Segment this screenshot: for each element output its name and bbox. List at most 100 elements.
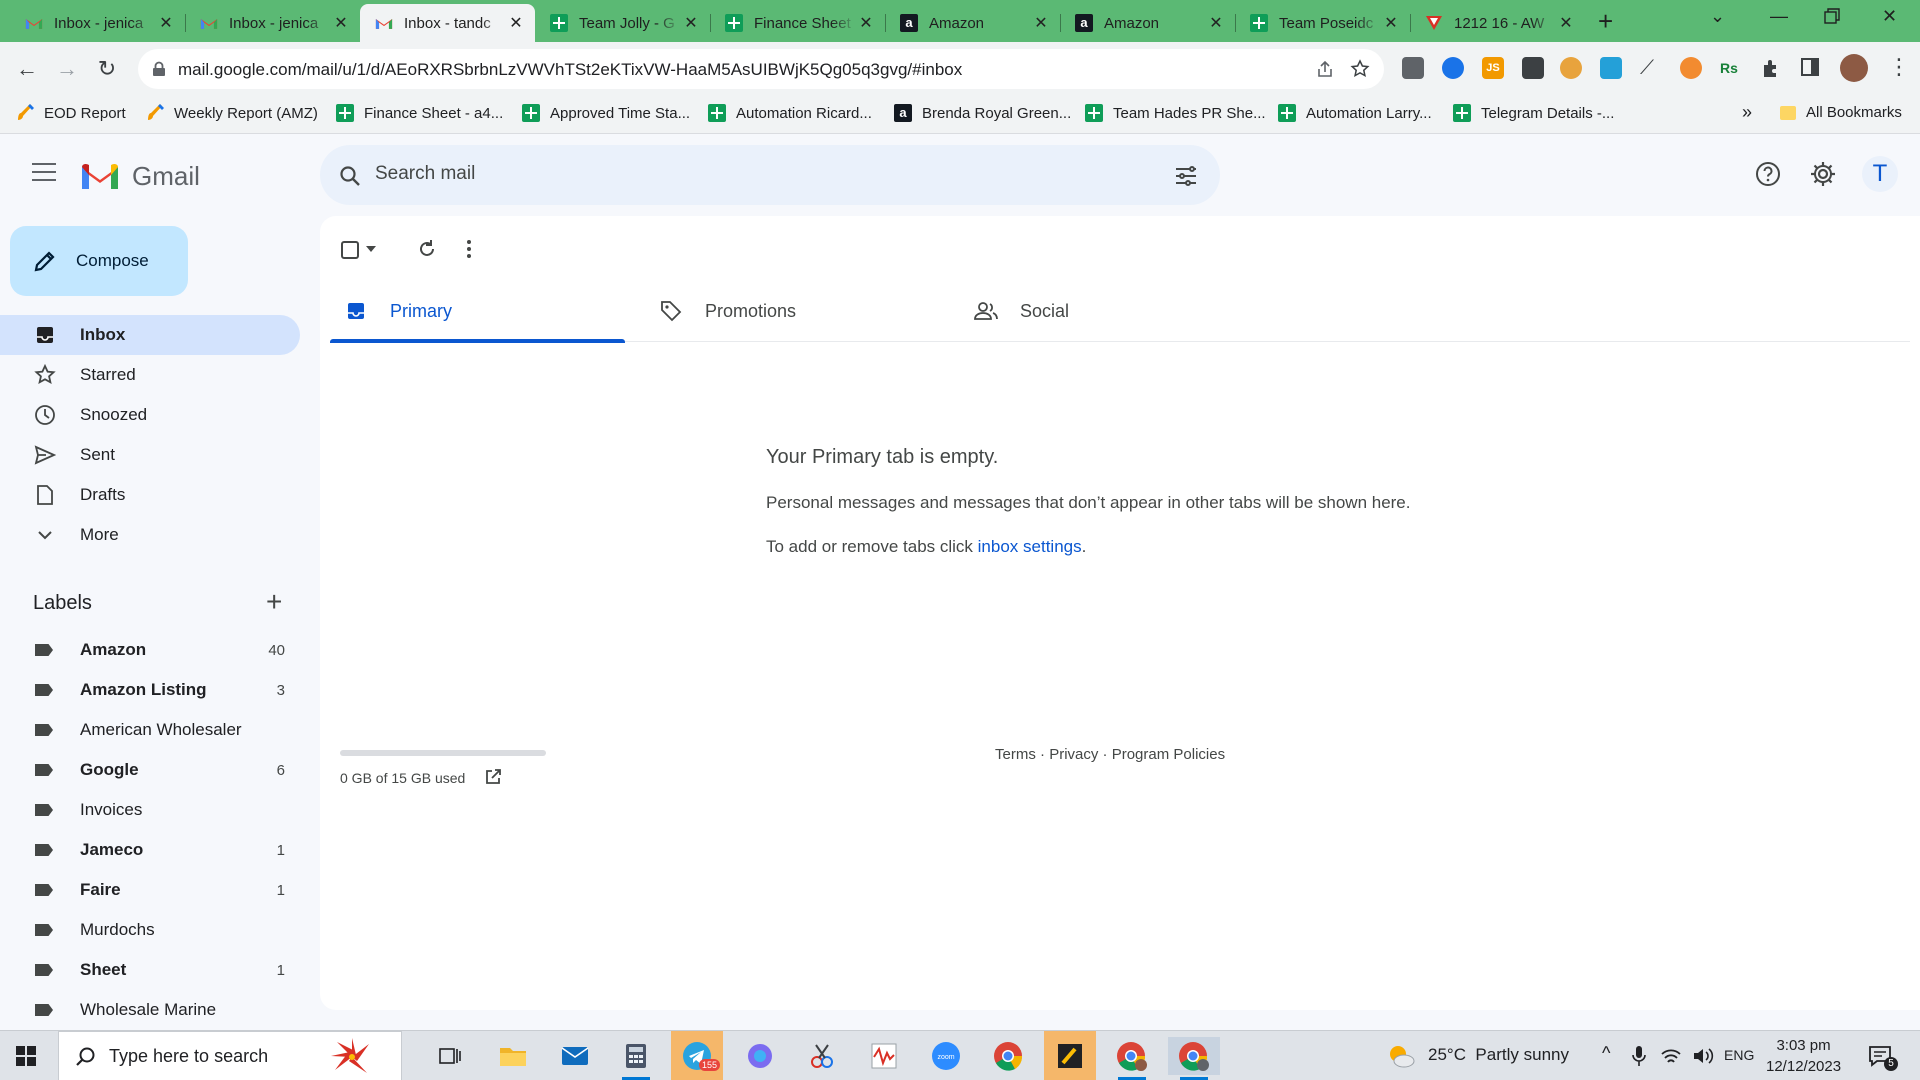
close-tab-icon[interactable]: ✕ <box>1557 13 1575 33</box>
browser-tab[interactable]: a Amazon ✕ <box>1060 4 1235 42</box>
bookmark-item[interactable]: Automation Ricard... <box>708 104 872 122</box>
refresh-icon[interactable] <box>416 238 438 260</box>
bookmark-star-icon[interactable] <box>1350 59 1370 79</box>
label-item[interactable]: Google 6 <box>0 750 300 790</box>
bookmark-item[interactable]: Approved Time Sta... <box>522 104 690 122</box>
task-view-icon[interactable] <box>424 1037 476 1075</box>
reload-button[interactable]: ↻ <box>94 56 120 82</box>
select-all-checkbox[interactable] <box>340 240 360 260</box>
close-tab-icon[interactable]: ✕ <box>857 13 875 33</box>
minimize-button[interactable]: — <box>1770 6 1788 27</box>
js-extension-icon[interactable]: JS <box>1482 57 1504 79</box>
sidebar-item-inbox[interactable]: Inbox <box>0 315 300 355</box>
close-tab-icon[interactable]: ✕ <box>1382 13 1400 33</box>
tab-promotions[interactable]: Promotions <box>645 280 940 342</box>
label-item[interactable]: Amazon 40 <box>0 630 300 670</box>
share-icon[interactable] <box>1316 60 1334 78</box>
extension-orange-icon[interactable] <box>1560 57 1582 79</box>
back-button[interactable]: ← <box>14 56 40 82</box>
sidebar-item-starred[interactable]: Starred <box>0 355 300 395</box>
zoom-icon[interactable]: zoom <box>920 1037 972 1075</box>
browser-tab[interactable]: Team Poseidc ✕ <box>1235 4 1410 42</box>
program-policies-link[interactable]: Program Policies <box>1112 746 1225 763</box>
close-tab-icon[interactable]: ✕ <box>1207 13 1225 33</box>
bookmark-item[interactable]: EOD Report <box>16 104 126 122</box>
monitor-app-icon[interactable] <box>858 1037 910 1075</box>
main-menu-icon[interactable] <box>32 163 56 183</box>
weather-text[interactable]: 25°C Partly sunny <box>1428 1045 1569 1065</box>
taskbar-clock[interactable]: 3:03 pm 12/12/2023 <box>1766 1035 1841 1077</box>
close-tab-icon[interactable]: ✕ <box>1032 13 1050 33</box>
zba-extension-icon[interactable] <box>1600 57 1622 79</box>
sidebar-item-drafts[interactable]: Drafts <box>0 475 300 515</box>
sticky-notes-icon[interactable] <box>1044 1031 1096 1080</box>
sidebar-item-sent[interactable]: Sent <box>0 435 300 475</box>
file-explorer-icon[interactable] <box>487 1037 539 1075</box>
qr-extension-icon[interactable] <box>1402 57 1424 79</box>
volume-icon[interactable] <box>1692 1046 1714 1066</box>
tab-primary[interactable]: Primary <box>330 280 625 343</box>
bookmark-item[interactable]: a Brenda Royal Green... <box>894 104 1071 122</box>
sidebar-item-snoozed[interactable]: Snoozed <box>0 395 300 435</box>
label-item[interactable]: Jameco 1 <box>0 830 300 870</box>
tray-overflow-chevron-icon[interactable]: ^ <box>1602 1043 1610 1064</box>
weather-sun-cloud-icon[interactable] <box>1386 1043 1416 1069</box>
close-tab-icon[interactable]: ✕ <box>682 13 700 33</box>
search-options-icon[interactable] <box>1174 165 1198 187</box>
network-icon[interactable] <box>1660 1046 1682 1066</box>
label-item[interactable]: Invoices <box>0 790 300 830</box>
close-window-button[interactable]: ✕ <box>1882 6 1897 27</box>
language-indicator[interactable]: ENG <box>1724 1047 1754 1063</box>
snipping-tool-icon[interactable] <box>796 1037 848 1075</box>
windows-start-icon[interactable] <box>16 1046 36 1066</box>
browser-tab[interactable]: Team Jolly - G ✕ <box>535 4 710 42</box>
taskbar-search-input[interactable]: Type here to search <box>109 1046 268 1067</box>
privacy-link[interactable]: Privacy <box>1049 746 1098 763</box>
chrome-profile-icon[interactable] <box>1106 1037 1158 1080</box>
browser-tab[interactable]: 1212 16 - AW ✕ <box>1410 4 1585 42</box>
copilot-icon[interactable] <box>734 1037 786 1075</box>
help-icon[interactable] <box>1754 160 1782 188</box>
extension-circle-icon[interactable] <box>1680 57 1702 79</box>
label-item[interactable]: Amazon Listing 3 <box>0 670 300 710</box>
inbox-settings-link[interactable]: inbox settings <box>978 537 1082 556</box>
microphone-icon[interactable] <box>1632 1045 1646 1067</box>
compose-button[interactable]: Compose <box>10 226 188 296</box>
browser-tab[interactable]: Finance Sheet ✕ <box>710 4 885 42</box>
new-tab-button[interactable]: + <box>1598 8 1613 34</box>
profile-avatar[interactable] <box>1840 54 1868 82</box>
search-icon[interactable] <box>338 164 362 188</box>
bookmark-item[interactable]: Team Hades PR She... <box>1085 104 1266 122</box>
label-item[interactable]: American Wholesaler <box>0 710 300 750</box>
bookmark-item[interactable]: Weekly Report (AMZ) <box>146 104 318 122</box>
restore-button[interactable] <box>1824 8 1840 29</box>
browser-menu-icon[interactable]: ⋮ <box>1888 54 1910 80</box>
more-bookmarks-button[interactable]: » <box>1742 102 1752 123</box>
address-bar[interactable]: mail.google.com/mail/u/1/d/AEoRXRSbrbnLz… <box>138 49 1384 89</box>
account-avatar[interactable]: T <box>1862 156 1898 192</box>
chrome-icon[interactable] <box>982 1037 1034 1075</box>
all-bookmarks-button[interactable]: All Bookmarks <box>1780 104 1902 121</box>
browser-tab[interactable]: a Amazon ✕ <box>885 4 1060 42</box>
close-tab-icon[interactable]: ✕ <box>332 13 350 33</box>
puzzle-icon[interactable] <box>1760 57 1782 79</box>
browser-tab[interactable]: Inbox - jenica ✕ <box>10 4 185 42</box>
rs-extension-icon[interactable]: Rs <box>1720 57 1742 79</box>
browser-tab[interactable]: Inbox - tandc ✕ <box>360 4 535 42</box>
settings-gear-icon[interactable] <box>1809 160 1837 188</box>
calculator-icon[interactable] <box>610 1037 662 1080</box>
side-panel-icon[interactable] <box>1800 57 1820 77</box>
telegram-icon[interactable]: 155 <box>671 1031 723 1080</box>
open-storage-icon[interactable] <box>484 768 502 786</box>
chrome-profile-icon-2[interactable] <box>1168 1037 1220 1080</box>
taskbar-search-box[interactable]: Type here to search <box>58 1031 402 1080</box>
bookmark-item[interactable]: Telegram Details -... <box>1453 104 1614 122</box>
ok-extension-icon[interactable] <box>1522 57 1544 79</box>
label-item[interactable]: Sheet 1 <box>0 950 300 990</box>
tab-social[interactable]: Social <box>960 280 1255 342</box>
notification-center-icon[interactable]: 5 <box>1868 1045 1898 1072</box>
add-label-button[interactable]: + <box>266 588 282 616</box>
bookmark-item[interactable]: Automation Larry... <box>1278 104 1432 122</box>
browser-tab[interactable]: Inbox - jenica ✕ <box>185 4 360 42</box>
select-dropdown-icon[interactable] <box>366 246 376 254</box>
